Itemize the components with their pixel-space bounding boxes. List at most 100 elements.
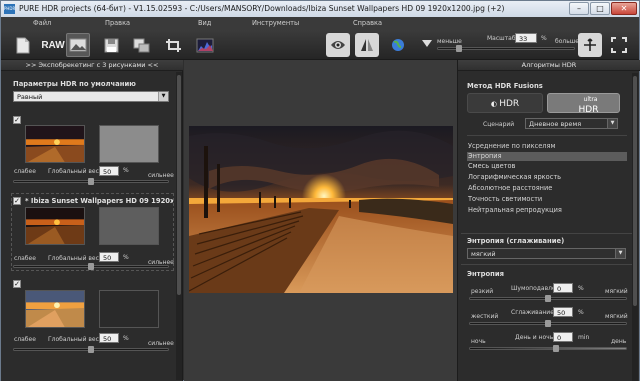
image2-slider-thumb[interactable] (88, 263, 94, 270)
smooth-slider-thumb[interactable] (545, 320, 551, 327)
right-scrollbar[interactable] (632, 73, 638, 381)
title-bar: PHDR PURE HDR projects (64-бит) - V1.15.… (1, 1, 639, 17)
image1-checkbox[interactable]: ✓ (13, 116, 21, 124)
histogram-icon (196, 38, 214, 52)
noise-field[interactable]: 0 (553, 283, 573, 293)
image1-mask (99, 125, 159, 163)
image3-mask (99, 290, 159, 328)
new-button[interactable] (11, 33, 35, 57)
export-button[interactable] (129, 33, 153, 57)
open-image-button[interactable] (66, 33, 90, 57)
method-item-absolute-distance[interactable]: Абсолютное расстояние (467, 184, 627, 193)
window-title: PURE HDR projects (64-бит) - V1.15.02593… (19, 4, 505, 13)
image2-percent: % (123, 254, 129, 261)
image3-slider-thumb[interactable] (88, 346, 94, 353)
menu-help[interactable]: Справка (353, 17, 382, 30)
raw-button[interactable]: RAW (41, 33, 65, 57)
image2-weight-field[interactable]: 50 (99, 252, 119, 262)
daynight-field[interactable]: 0 (553, 332, 573, 342)
method-item-entropy[interactable]: Энтропия (467, 152, 627, 161)
zoom-in-button[interactable] (578, 33, 602, 57)
image3-thumbnail (25, 290, 85, 328)
method-label: Метод HDR Fusions (467, 82, 543, 90)
menu-view[interactable]: Вид (198, 17, 211, 30)
image3-weight-field[interactable]: 50 (99, 333, 119, 343)
left-scrollbar[interactable] (176, 72, 182, 380)
decrease-icon[interactable] (420, 39, 434, 48)
image1-thumbnail (25, 125, 85, 163)
hdr-method-button[interactable]: ◐ HDR (467, 93, 543, 113)
noise-slider-thumb[interactable] (545, 295, 551, 302)
left-scrollbar-knob[interactable] (177, 75, 181, 295)
chevron-down-icon: ▼ (615, 249, 625, 258)
image1-weight-label: Глобальный вес (48, 168, 99, 175)
preview-button[interactable] (326, 33, 350, 57)
defaults-label: Параметры HDR по умолчанию (13, 80, 136, 88)
zoom-value-field[interactable]: 33 (515, 33, 537, 43)
menu-tools[interactable]: Инструменты (252, 17, 299, 30)
globe-button[interactable] (386, 33, 410, 57)
hdr-preview-image[interactable] (189, 126, 453, 293)
export-icon (133, 38, 149, 52)
minimize-button[interactable]: – (569, 2, 589, 15)
daynight-label: День и ночь (515, 334, 554, 341)
divider (461, 233, 632, 234)
fullscreen-button[interactable] (607, 33, 631, 57)
chevron-down-icon: ▼ (158, 92, 168, 101)
image3-strong: сильнее (148, 340, 174, 347)
smoothing-select[interactable]: мягкий ▼ (467, 248, 626, 259)
image1-slider-thumb[interactable] (88, 178, 94, 185)
menu-bar: Файл Правка Вид Инструменты Справка (1, 17, 639, 30)
zoom-percent: % (541, 35, 547, 42)
image3-weight-label: Глобальный вес (48, 336, 99, 343)
zoom-slider-thumb[interactable] (456, 45, 462, 52)
save-icon (104, 38, 118, 52)
image1-weight-field[interactable]: 50 (99, 166, 119, 176)
right-scrollbar-knob[interactable] (633, 76, 637, 306)
method-item-color-mix[interactable]: Смесь цветов (467, 162, 627, 171)
compare-button[interactable] (355, 33, 379, 57)
histogram-button[interactable] (193, 33, 217, 57)
daynight-slider-thumb[interactable] (553, 345, 559, 352)
method-item-neutral-reproduction[interactable]: Нейтральная репродукция (467, 206, 627, 215)
scenario-select[interactable]: Дневное время ▼ (525, 118, 618, 129)
smooth-field[interactable]: 50 (553, 307, 573, 317)
mode-select-value: Равный (17, 93, 43, 101)
daynight-right: день (611, 338, 627, 345)
menu-edit[interactable]: Правка (105, 17, 130, 30)
method-item-luminance-precision[interactable]: Точность светимости (467, 195, 627, 204)
scenario-value: Дневное время (529, 120, 582, 128)
image1-percent: % (123, 167, 129, 174)
preview-area (184, 60, 457, 381)
scenario-label: Сценарий (483, 121, 515, 128)
daynight-unit: min (578, 334, 590, 341)
method-item-log-luminance[interactable]: Логарифмическая яркость (467, 173, 627, 182)
ultra-hdr-label: HDR (578, 105, 599, 115)
noise-right: мягкий (605, 288, 628, 295)
crop-button[interactable] (161, 33, 185, 57)
daynight-slider[interactable] (469, 347, 627, 350)
image2-weak: слабее (14, 255, 36, 262)
algorithms-header[interactable]: Алгоритмы HDR (458, 60, 640, 71)
smoothing-label: Энтропия (сглаживание) (467, 237, 565, 245)
raw-icon: RAW (41, 39, 65, 51)
smooth-right: мягкий (605, 313, 628, 320)
save-button[interactable] (99, 33, 123, 57)
zoom-less-label: меньше (437, 38, 462, 45)
image2-checkbox[interactable]: ✓ (13, 197, 21, 205)
maximize-button[interactable]: □ (590, 2, 610, 15)
ultra-hdr-button[interactable]: ultra HDR (547, 93, 620, 115)
image2-mask (99, 207, 159, 245)
averaging-label: Усреднение по пикселям (468, 142, 556, 150)
bracketing-header[interactable]: >> Экспобрекетинг с 3 рисунками << (1, 60, 183, 71)
zoom-more-label: больше (555, 38, 579, 45)
image1-strong: сильнее (148, 172, 174, 179)
zoom-scale-label: Масштаб (487, 35, 516, 42)
image3-percent: % (123, 335, 129, 342)
menu-file[interactable]: Файл (33, 17, 51, 30)
image3-checkbox[interactable]: ✓ (13, 280, 21, 288)
image2-name-text: Ibiza Sunset Wallpapers HD 09 1920x12 (30, 197, 173, 205)
close-button[interactable]: ✕ (611, 2, 637, 15)
mode-select[interactable]: Равный ▼ (13, 91, 169, 102)
smooth-label: Сглаживание (511, 309, 554, 316)
